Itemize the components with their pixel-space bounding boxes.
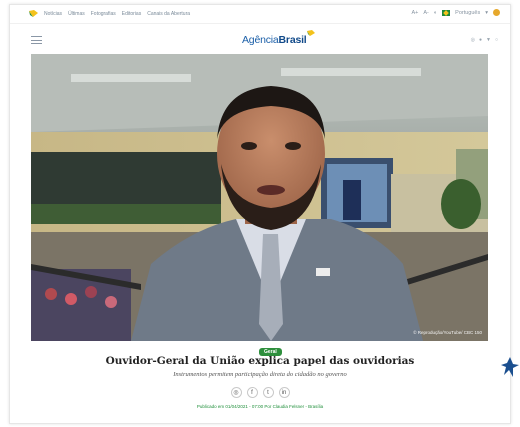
instagram-icon[interactable]: ◎ [471, 37, 475, 43]
contrast-icon[interactable]: ◐ [434, 10, 437, 16]
top-links: Notícias Últimas Fotografias Editorias C… [44, 11, 190, 17]
top-link[interactable]: Fotografias [91, 11, 116, 17]
whatsapp-icon[interactable]: ◎ [230, 387, 242, 398]
font-increase-icon[interactable]: A+ [411, 10, 418, 16]
logo-flag-icon [306, 30, 315, 36]
top-right-controls: A+ A- ◐ Português ▾ [411, 9, 500, 16]
top-link[interactable]: Últimas [68, 11, 85, 17]
hamburger-menu-icon[interactable] [31, 36, 42, 47]
language-select[interactable]: Português [455, 10, 480, 16]
photo-credit: © Reprodução/YouTube/ CBC 150 [413, 330, 482, 335]
chevron-down-icon[interactable]: ▾ [485, 10, 488, 16]
twitter-icon[interactable]: t [262, 387, 274, 398]
search-icon[interactable]: ○ [495, 37, 498, 43]
top-link[interactable]: Notícias [44, 11, 62, 17]
top-utility-bar: Notícias Últimas Fotografias Editorias C… [10, 5, 510, 23]
font-decrease-icon[interactable]: A- [423, 10, 429, 16]
twitter-icon[interactable]: ▼ [486, 37, 491, 43]
logo-bold: Brasil [278, 34, 307, 46]
logo-prefix: Agência [242, 34, 279, 46]
vlibras-accessibility-icon[interactable] [501, 357, 519, 377]
accessibility-icon[interactable] [493, 9, 500, 16]
speaker-photo [31, 54, 488, 341]
facebook-icon[interactable]: ● [479, 37, 482, 43]
site-header: AgênciaBrasil ◎ ● ▼ ○ [10, 23, 510, 54]
header-social-links: ◎ ● ▼ ○ [471, 37, 498, 43]
facebook-icon[interactable]: f [246, 387, 258, 398]
article-title: Ouvidor-Geral da União explica papel das… [105, 355, 415, 367]
article-subtitle: Instrumentos permitem participação diret… [173, 371, 347, 378]
brand-flag-icon [29, 10, 38, 17]
site-logo[interactable]: AgênciaBrasil [242, 30, 315, 46]
top-link[interactable]: Canais da Abertura [147, 11, 190, 17]
share-bar: ◎ f t in [0, 387, 520, 398]
top-link[interactable]: Editorias [122, 11, 141, 17]
hero-image: © Reprodução/YouTube/ CBC 150 [31, 54, 488, 341]
publish-info: Publicado em 01/04/2021 - 07:00 Por Clau… [196, 404, 324, 409]
brazil-flag-icon [442, 9, 451, 16]
linkedin-icon[interactable]: in [278, 387, 290, 398]
